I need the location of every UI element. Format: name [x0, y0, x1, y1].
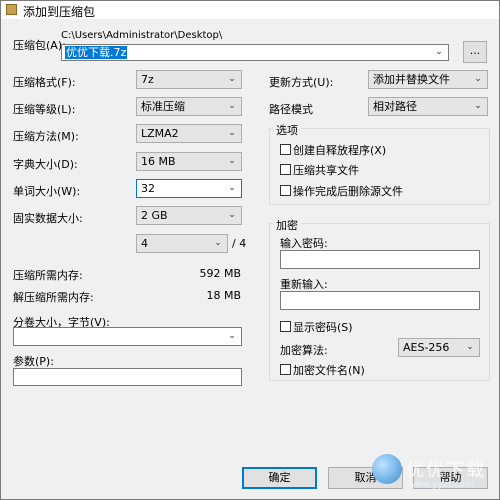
params-input[interactable]	[13, 368, 242, 386]
update-value: 添加并替换文件	[373, 73, 450, 86]
encrypt-names-checkbox[interactable]	[280, 364, 291, 375]
threads-value: 4	[141, 237, 148, 250]
ok-button[interactable]: 确定	[242, 467, 317, 489]
chevron-down-icon: ⌄	[228, 183, 236, 193]
delete-after-checkbox[interactable]	[280, 185, 291, 196]
dict-label: 字典大小(D):	[13, 158, 78, 171]
title-bar: 添加到压缩包	[1, 1, 499, 19]
browse-button[interactable]: ...	[463, 41, 487, 63]
level-select[interactable]: 标准压缩 ⌄	[136, 97, 242, 116]
chevron-down-icon: ⌄	[228, 156, 236, 166]
archive-label: 压缩包(A):	[13, 39, 66, 52]
solid-select[interactable]: 2 GB ⌄	[136, 206, 242, 225]
word-select[interactable]: 32 ⌄	[136, 179, 242, 198]
method-select[interactable]: LZMA2 ⌄	[136, 124, 242, 143]
encryption-title: 加密	[273, 217, 301, 233]
word-label: 单词大小(W):	[13, 185, 81, 198]
encrypt-names-label: 加密文件名(N)	[293, 364, 365, 377]
encryption-method-value: AES-256	[403, 341, 450, 354]
delete-after-label: 操作完成后删除源文件	[293, 185, 403, 198]
show-password-checkbox[interactable]	[280, 321, 291, 332]
show-password-label: 显示密码(S)	[293, 321, 353, 334]
format-label: 压缩格式(F):	[13, 76, 76, 89]
method-value: LZMA2	[141, 127, 179, 140]
chevron-down-icon: ⌄	[228, 210, 236, 220]
mem-decomp-value: 18 MB	[206, 289, 241, 302]
watermark-text: 优优下载	[406, 460, 486, 481]
chevron-down-icon: ⌄	[474, 74, 482, 84]
path-mode-value: 相对路径	[373, 100, 417, 113]
add-to-archive-dialog: 添加到压缩包 压缩包(A): C:\Users\Administrator\De…	[0, 0, 500, 500]
watermark-logo-icon	[372, 454, 402, 484]
chevron-down-icon: ⌄	[228, 101, 236, 111]
chevron-down-icon: ⌄	[228, 128, 236, 138]
chevron-down-icon: ⌄	[228, 74, 236, 84]
archive-filename-text: 优优下载.7z	[65, 46, 128, 59]
archive-filename-input[interactable]: 优优下载.7z ⌄	[61, 44, 449, 61]
chevron-down-icon: ⌄	[466, 342, 474, 352]
level-value: 标准压缩	[141, 100, 185, 113]
threads-max: / 4	[232, 237, 247, 250]
split-select[interactable]: ⌄	[13, 327, 242, 346]
chevron-down-icon: ⌄	[214, 238, 222, 248]
chevron-down-icon[interactable]: ⌄	[433, 46, 445, 59]
level-label: 压缩等级(L):	[13, 103, 76, 116]
options-title: 选项	[273, 122, 301, 138]
threads-select[interactable]: 4 ⌄	[136, 234, 228, 253]
sfx-checkbox[interactable]	[280, 144, 291, 155]
reenter-password-input[interactable]	[280, 291, 480, 310]
password-input[interactable]	[280, 250, 480, 269]
shared-files-checkbox[interactable]	[280, 164, 291, 175]
path-mode-label: 路径模式	[269, 103, 313, 116]
dict-value: 16 MB	[141, 155, 176, 168]
archive-app-icon	[6, 4, 17, 15]
update-label: 更新方式(U):	[269, 76, 334, 89]
window-title: 添加到压缩包	[23, 5, 96, 19]
reenter-label: 重新输入:	[280, 278, 328, 291]
chevron-down-icon: ⌄	[228, 331, 236, 341]
format-value: 7z	[141, 73, 154, 86]
word-value: 32	[141, 182, 155, 195]
watermark-url: www.yyxt.com	[408, 480, 474, 490]
password-label: 输入密码:	[280, 237, 328, 250]
sfx-label: 创建自释放程序(X)	[293, 144, 387, 157]
watermark: 优优下载 www.yyxt.com	[372, 452, 500, 500]
encryption-method-label: 加密算法:	[280, 344, 328, 357]
mem-comp-label: 压缩所需内存:	[13, 269, 83, 282]
method-label: 压缩方法(M):	[13, 130, 79, 143]
params-label: 参数(P):	[13, 355, 54, 368]
archive-path: C:\Users\Administrator\Desktop\	[61, 30, 223, 41]
format-select[interactable]: 7z ⌄	[136, 70, 242, 89]
chevron-down-icon: ⌄	[474, 101, 482, 111]
dict-select[interactable]: 16 MB ⌄	[136, 152, 242, 171]
solid-label: 固实数据大小:	[13, 212, 83, 225]
update-select[interactable]: 添加并替换文件 ⌄	[368, 70, 488, 89]
mem-comp-value: 592 MB	[199, 267, 241, 280]
solid-value: 2 GB	[141, 209, 168, 222]
path-mode-select[interactable]: 相对路径 ⌄	[368, 97, 488, 116]
mem-decomp-label: 解压缩所需内存:	[13, 291, 94, 304]
encryption-method-select[interactable]: AES-256 ⌄	[398, 338, 480, 357]
shared-files-label: 压缩共享文件	[293, 164, 359, 177]
